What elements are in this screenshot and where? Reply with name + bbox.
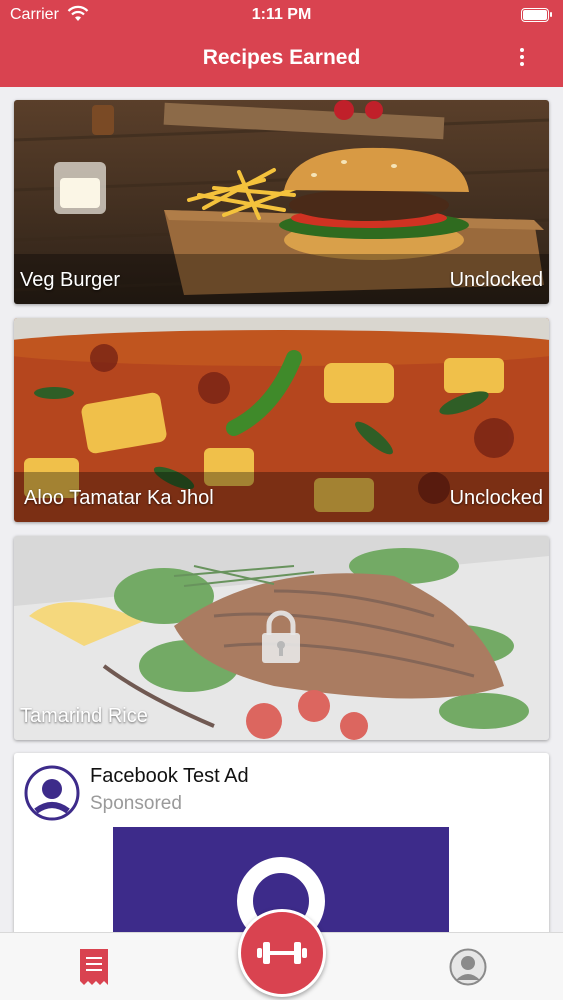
recipe-card-aloo-tamatar[interactable]: Aloo Tamatar Ka Jhol Unclocked — [14, 318, 549, 522]
recipe-name: Tamarind Rice — [20, 705, 148, 727]
nav-bar: Recipes Earned — [0, 30, 563, 87]
tab-bar — [0, 909, 563, 1000]
more-vertical-icon[interactable] — [517, 48, 527, 70]
recipe-status: Unclocked — [449, 269, 543, 291]
ad-sponsored-label: Sponsored — [90, 793, 182, 814]
ad-title: Facebook Test Ad — [90, 765, 249, 787]
status-bar: Carrier 1:11 PM — [0, 0, 563, 30]
recipe-status: Unclocked — [449, 487, 543, 509]
dumbbell-icon — [257, 942, 307, 964]
clock: 1:11 PM — [251, 6, 312, 23]
workout-tab-button[interactable] — [238, 909, 326, 997]
page-title: Recipes Earned — [202, 46, 361, 69]
recipe-name: Veg Burger — [20, 269, 121, 291]
recipe-card-veg-burger[interactable]: Veg Burger Unclocked — [14, 100, 549, 304]
receipt-icon[interactable] — [80, 949, 108, 985]
recipe-name: Aloo Tamatar Ka Jhol — [24, 487, 214, 509]
battery-icon — [521, 8, 552, 22]
recipe-card-tamarind-rice[interactable]: Tamarind Rice — [14, 536, 549, 740]
lock-icon — [262, 610, 300, 663]
ad-avatar-icon — [24, 765, 80, 821]
profile-icon[interactable] — [449, 948, 487, 986]
